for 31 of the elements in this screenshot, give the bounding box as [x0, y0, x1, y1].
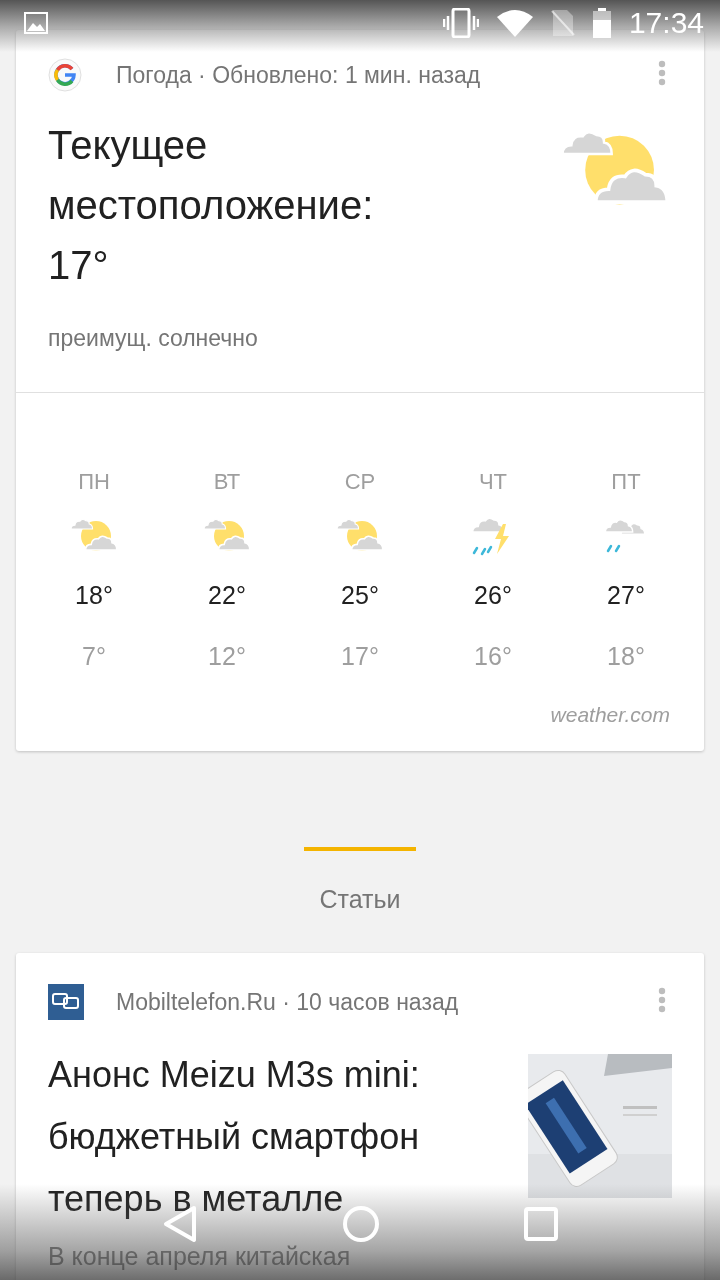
- more-options-icon[interactable]: [658, 987, 666, 1013]
- day-label: ПН: [78, 469, 110, 496]
- section-title: Статьи: [319, 885, 401, 914]
- weather-condition: преимущ. солнечно: [47, 324, 259, 353]
- low-temperature: 16°: [474, 642, 512, 671]
- no-sim-icon: [550, 8, 575, 38]
- article-card[interactable]: Mobiltelefon.Ru · 10 часов назад Анонс Meizu M3s mini: бюджетный смартфон теперь в металле В конце апреля китайская: [16, 953, 704, 1280]
- publisher-logo-icon: [48, 984, 84, 1020]
- day-label: ВТ: [213, 469, 241, 496]
- recent-apps-icon[interactable]: [524, 1207, 558, 1241]
- clock: 17:34: [628, 6, 704, 40]
- article-snippet: В конце апреля китайская: [48, 1242, 352, 1271]
- card-source: Погода · Обновлено: 1 мин. назад: [116, 61, 482, 89]
- high-temperature: 26°: [474, 581, 512, 610]
- high-temperature: 22°: [208, 581, 246, 610]
- home-icon[interactable]: [342, 1205, 380, 1243]
- high-temperature: 27°: [607, 581, 645, 610]
- google-logo-icon: [48, 58, 82, 92]
- day-label: ЧТ: [478, 469, 508, 496]
- card-source: Mobiltelefon.Ru · 10 часов назад: [116, 988, 460, 1016]
- day-label: ПТ: [611, 469, 641, 496]
- more-options-icon[interactable]: [658, 60, 666, 86]
- article-title[interactable]: Анонс Meizu M3s mini: бюджетный смартфон теперь в металле: [48, 1044, 528, 1230]
- low-temperature: 17°: [341, 642, 379, 671]
- day-label: СР: [344, 469, 376, 496]
- high-temperature: 25°: [341, 581, 379, 610]
- weather-title: Текущее местоположение: 17°: [48, 122, 374, 289]
- low-temperature: 12°: [208, 642, 246, 671]
- high-temperature: 18°: [75, 581, 113, 610]
- low-temperature: 18°: [607, 642, 645, 671]
- low-temperature: 7°: [82, 642, 106, 671]
